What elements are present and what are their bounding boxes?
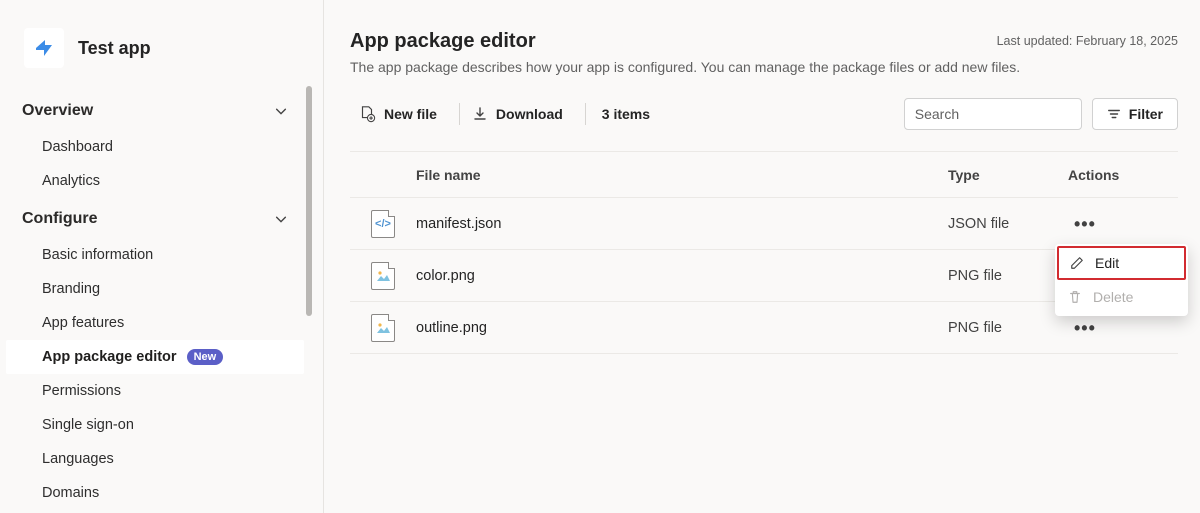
file-type-cell: PNG file xyxy=(948,268,1068,284)
file-plus-icon xyxy=(358,105,376,123)
item-count-label: 3 items xyxy=(590,98,662,130)
sidebar-item-label: Permissions xyxy=(42,383,121,399)
main-header: App package editor Last updated: Februar… xyxy=(350,30,1178,53)
image-file-icon xyxy=(371,262,395,290)
toolbar: New file Download 3 items Filter xyxy=(350,97,1178,131)
download-icon xyxy=(472,106,488,122)
page-title: App package editor xyxy=(350,30,536,53)
sidebar-item-analytics[interactable]: Analytics xyxy=(0,164,310,198)
download-button[interactable]: Download xyxy=(464,98,581,130)
sidebar-item-permissions[interactable]: Permissions xyxy=(0,374,310,408)
main-content: App package editor Last updated: Februar… xyxy=(310,0,1200,513)
sidebar-item-label: Languages xyxy=(42,451,114,467)
new-badge: New xyxy=(187,349,224,365)
column-header-actions: Actions xyxy=(1068,167,1178,183)
sidebar-section-configure-label: Configure xyxy=(22,210,98,228)
file-icon-cell xyxy=(350,262,416,290)
file-type-cell: PNG file xyxy=(948,320,1068,336)
app-logo-icon xyxy=(32,36,56,60)
sidebar-item-domains[interactable]: Domains xyxy=(0,476,310,510)
image-file-icon xyxy=(371,314,395,342)
chevron-down-icon xyxy=(274,212,288,226)
context-menu: Edit Delete xyxy=(1055,244,1188,316)
toolbar-separator xyxy=(459,103,460,125)
context-menu-delete-label: Delete xyxy=(1093,289,1133,305)
chevron-down-icon xyxy=(274,104,288,118)
file-actions-cell: ••• xyxy=(1068,315,1178,341)
sidebar-item-label: Basic information xyxy=(42,247,153,263)
sidebar-section-overview[interactable]: Overview xyxy=(0,90,310,130)
sidebar-item-label: Single sign-on xyxy=(42,417,134,433)
column-header-type: Type xyxy=(948,167,1068,183)
sidebar-item-app-package-editor[interactable]: App package editor New xyxy=(6,340,304,374)
column-header-name: File name xyxy=(416,167,948,183)
new-file-label: New file xyxy=(384,106,437,122)
table-row[interactable]: color.png PNG file ••• xyxy=(350,250,1178,302)
sidebar-item-label: Dashboard xyxy=(42,139,113,155)
context-menu-edit[interactable]: Edit xyxy=(1057,246,1186,280)
sidebar-section-configure[interactable]: Configure xyxy=(0,198,310,238)
more-actions-button[interactable]: ••• xyxy=(1068,315,1102,341)
last-updated-label: Last updated: February 18, 2025 xyxy=(997,34,1178,48)
more-actions-button[interactable]: ••• xyxy=(1068,211,1102,237)
sidebar-item-single-sign-on[interactable]: Single sign-on xyxy=(0,408,310,442)
file-name-cell: outline.png xyxy=(416,320,948,336)
filter-button[interactable]: Filter xyxy=(1092,98,1178,130)
app-name: Test app xyxy=(78,38,151,59)
sidebar-item-label: App package editor xyxy=(42,349,177,365)
pencil-icon xyxy=(1069,256,1085,270)
filter-icon xyxy=(1107,107,1121,121)
search-input[interactable] xyxy=(904,98,1082,130)
file-name-cell: color.png xyxy=(416,268,948,284)
sidebar-item-label: Domains xyxy=(42,485,99,501)
file-type-cell: JSON file xyxy=(948,216,1068,232)
app-logo xyxy=(24,28,64,68)
sidebar-item-languages[interactable]: Languages xyxy=(0,442,310,476)
new-file-button[interactable]: New file xyxy=(350,97,455,131)
sidebar-item-label: Analytics xyxy=(42,173,100,189)
sidebar-item-dashboard[interactable]: Dashboard xyxy=(0,130,310,164)
file-icon-cell: </> xyxy=(350,210,416,238)
sidebar-item-label: Branding xyxy=(42,281,100,297)
page-description: The app package describes how your app i… xyxy=(350,59,1178,75)
file-icon-cell xyxy=(350,314,416,342)
file-table: File name Type Actions </> manifest.json… xyxy=(350,151,1178,354)
table-header-row: File name Type Actions xyxy=(350,152,1178,198)
table-row[interactable]: outline.png PNG file ••• xyxy=(350,302,1178,354)
sidebar-item-label: App features xyxy=(42,315,124,331)
trash-icon xyxy=(1067,290,1083,304)
download-label: Download xyxy=(496,106,563,122)
table-row[interactable]: </> manifest.json JSON file ••• xyxy=(350,198,1178,250)
code-file-icon: </> xyxy=(371,210,395,238)
sidebar-item-basic-information[interactable]: Basic information xyxy=(0,238,310,272)
file-name-cell: manifest.json xyxy=(416,216,948,232)
sidebar: Test app Overview Dashboard Analytics Co… xyxy=(0,0,310,513)
file-actions-cell: ••• xyxy=(1068,211,1178,237)
toolbar-separator xyxy=(585,103,586,125)
sidebar-item-app-features[interactable]: App features xyxy=(0,306,310,340)
context-menu-edit-label: Edit xyxy=(1095,255,1119,271)
app-root: Test app Overview Dashboard Analytics Co… xyxy=(0,0,1200,513)
sidebar-section-overview-label: Overview xyxy=(22,102,93,120)
app-header: Test app xyxy=(0,20,310,90)
filter-label: Filter xyxy=(1129,106,1163,122)
context-menu-delete[interactable]: Delete xyxy=(1057,280,1186,314)
sidebar-item-branding[interactable]: Branding xyxy=(0,272,310,306)
